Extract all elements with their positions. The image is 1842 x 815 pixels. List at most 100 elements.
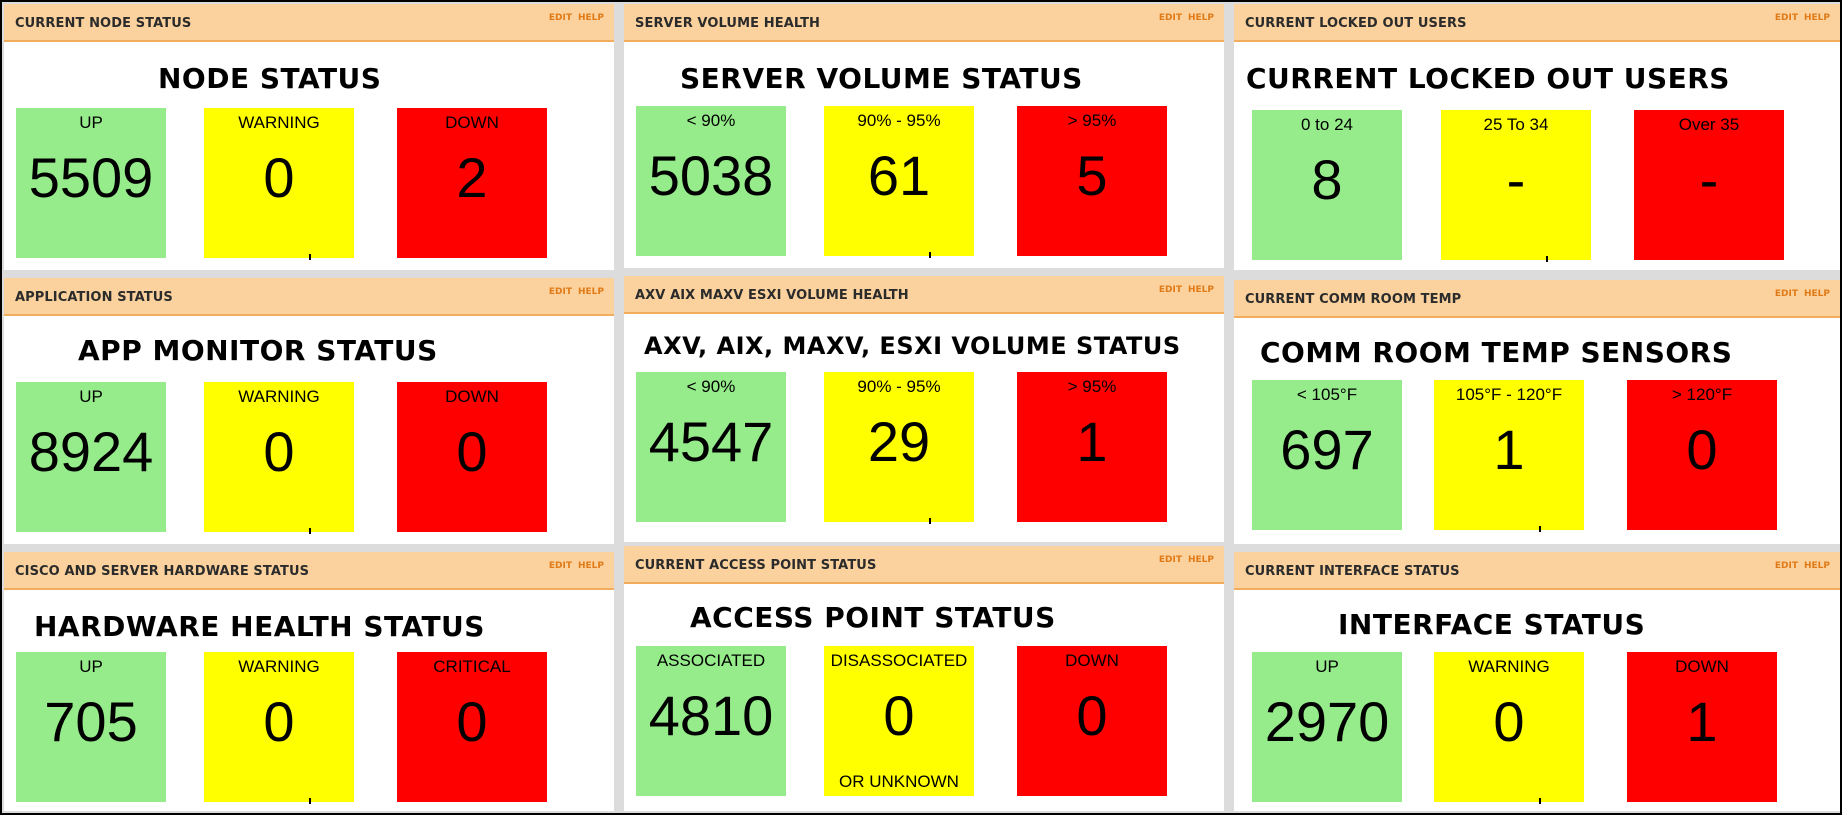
panel-header: CURRENT LOCKED OUT USERS EDIT HELP bbox=[1234, 4, 1840, 42]
status-box-warning[interactable]: WARNING 0 bbox=[204, 108, 354, 260]
edit-link[interactable]: EDIT bbox=[549, 13, 572, 23]
widget-title: CURRENT LOCKED OUT USERS bbox=[1246, 62, 1730, 95]
help-link[interactable]: HELP bbox=[578, 561, 604, 571]
tick-mark bbox=[1539, 526, 1541, 532]
status-box-up[interactable]: UP 8924 bbox=[16, 382, 166, 532]
box-value: 5509 bbox=[28, 146, 154, 209]
box-label: DOWN bbox=[445, 113, 499, 132]
edit-link[interactable]: EDIT bbox=[549, 561, 572, 571]
box-value: - bbox=[1699, 148, 1719, 211]
box-label: DOWN bbox=[445, 387, 499, 406]
panel-interface-status: CURRENT INTERFACE STATUS EDIT HELP INTERF… bbox=[1234, 552, 1840, 811]
help-link[interactable]: HELP bbox=[578, 287, 604, 297]
box-label: WARNING bbox=[238, 657, 320, 676]
box-label: > 95% bbox=[1067, 111, 1117, 130]
box-label: > 120°F bbox=[1671, 385, 1733, 404]
status-box-low[interactable]: 0 to 24 8 bbox=[1252, 110, 1402, 260]
edit-link[interactable]: EDIT bbox=[1775, 289, 1798, 299]
panel-header: CURRENT ACCESS POINT STATUS EDIT HELP bbox=[624, 546, 1224, 584]
help-link[interactable]: HELP bbox=[578, 13, 604, 23]
help-link[interactable]: HELP bbox=[1804, 13, 1830, 23]
help-link[interactable]: HELP bbox=[1804, 561, 1830, 571]
status-box-warning[interactable]: WARNING 0 bbox=[204, 382, 354, 534]
widget-title: APP MONITOR STATUS bbox=[78, 334, 438, 367]
help-link[interactable]: HELP bbox=[1188, 13, 1214, 23]
status-box-down[interactable]: DOWN 2 bbox=[397, 108, 547, 258]
edit-link[interactable]: EDIT bbox=[1159, 13, 1182, 23]
status-box-low[interactable]: < 90% 5038 bbox=[636, 106, 786, 256]
status-box-down[interactable]: DOWN 1 bbox=[1627, 652, 1777, 802]
box-value: 5 bbox=[1076, 144, 1108, 207]
status-box-high[interactable]: > 95% 1 bbox=[1017, 372, 1167, 522]
panel-header-title: CURRENT COMM ROOM TEMP bbox=[1245, 292, 1462, 307]
tick-mark bbox=[1539, 798, 1541, 804]
status-box-up[interactable]: UP 705 bbox=[16, 652, 166, 802]
status-box-critical[interactable]: CRITICAL 0 bbox=[397, 652, 547, 802]
status-box-low[interactable]: < 90% 4547 bbox=[636, 372, 786, 522]
edit-link[interactable]: EDIT bbox=[1775, 13, 1798, 23]
help-link[interactable]: HELP bbox=[1804, 289, 1830, 299]
box-value: 697 bbox=[1280, 418, 1374, 481]
status-box-up[interactable]: UP 5509 bbox=[16, 108, 166, 258]
box-label: UP bbox=[79, 657, 103, 676]
panel-header-title: AXV AIX MAXV ESXI VOLUME HEALTH bbox=[635, 288, 909, 303]
edit-link[interactable]: EDIT bbox=[549, 287, 572, 297]
status-box-low[interactable]: < 105°F 697 bbox=[1252, 380, 1402, 530]
box-label: CRITICAL bbox=[433, 657, 511, 676]
edit-link[interactable]: EDIT bbox=[1159, 555, 1182, 565]
box-value: 0 bbox=[883, 684, 915, 747]
status-box-down[interactable]: DOWN 0 bbox=[397, 382, 547, 532]
panel-header-title: CISCO AND SERVER HARDWARE STATUS bbox=[15, 564, 310, 579]
box-value: 0 bbox=[1493, 690, 1525, 753]
box-label: 90% - 95% bbox=[857, 111, 941, 130]
panel-header-title: CURRENT INTERFACE STATUS bbox=[1245, 564, 1460, 579]
box-value: 4810 bbox=[648, 684, 774, 747]
box-label: < 90% bbox=[686, 111, 736, 130]
panel-node-status: CURRENT NODE STATUS EDIT HELP NODE STATUS… bbox=[4, 4, 614, 270]
status-box-warning[interactable]: WARNING 0 bbox=[1434, 652, 1584, 804]
status-box-high[interactable]: > 95% 5 bbox=[1017, 106, 1167, 256]
status-box-mid[interactable]: 105°F - 120°F 1 bbox=[1434, 380, 1584, 532]
edit-link[interactable]: EDIT bbox=[1159, 285, 1182, 295]
status-box-down[interactable]: DOWN 0 bbox=[1017, 646, 1167, 796]
status-box-disassociated[interactable]: DISASSOCIATED 0 OR UNKNOWN bbox=[824, 646, 974, 796]
box-label: DISASSOCIATED bbox=[830, 651, 968, 670]
panel-application-status: APPLICATION STATUS EDIT HELP APP MONITOR … bbox=[4, 278, 614, 544]
box-value: 0 bbox=[263, 690, 295, 753]
tick-mark bbox=[929, 252, 931, 258]
box-label: UP bbox=[79, 387, 103, 406]
status-box-associated[interactable]: ASSOCIATED 4810 bbox=[636, 646, 786, 796]
widget-title: SERVER VOLUME STATUS bbox=[680, 62, 1083, 95]
panel-header-title: SERVER VOLUME HEALTH bbox=[635, 16, 821, 31]
status-box-mid[interactable]: 90% - 95% 61 bbox=[824, 106, 974, 258]
widget-title: AXV, AIX, MAXV, ESXI VOLUME STATUS bbox=[644, 332, 1181, 360]
box-value: - bbox=[1506, 148, 1526, 211]
box-value: 705 bbox=[44, 690, 138, 753]
panel-header-title: CURRENT LOCKED OUT USERS bbox=[1245, 16, 1467, 31]
box-value: 0 bbox=[263, 420, 295, 483]
status-box-mid[interactable]: 90% - 95% 29 bbox=[824, 372, 974, 524]
panel-header: APPLICATION STATUS EDIT HELP bbox=[4, 278, 614, 316]
panel-comm-room-temp: CURRENT COMM ROOM TEMP EDIT HELP COMM ROO… bbox=[1234, 280, 1840, 544]
panel-header: CURRENT COMM ROOM TEMP EDIT HELP bbox=[1234, 280, 1840, 318]
box-value: 29 bbox=[867, 410, 931, 473]
status-box-high[interactable]: Over 35 - bbox=[1634, 110, 1784, 260]
widget-title: HARDWARE HEALTH STATUS bbox=[34, 610, 485, 643]
box-value: 4547 bbox=[648, 410, 774, 473]
widget-title: NODE STATUS bbox=[158, 62, 382, 95]
help-link[interactable]: HELP bbox=[1188, 555, 1214, 565]
box-value: 0 bbox=[456, 420, 488, 483]
status-box-mid[interactable]: 25 To 34 - bbox=[1441, 110, 1591, 262]
box-label: 25 To 34 bbox=[1483, 115, 1549, 134]
status-box-warning[interactable]: WARNING 0 bbox=[204, 652, 354, 804]
box-label: UP bbox=[1315, 657, 1339, 676]
box-label: 90% - 95% bbox=[857, 377, 941, 396]
box-value: 2 bbox=[456, 146, 488, 209]
box-label: DOWN bbox=[1675, 657, 1729, 676]
box-value: 2970 bbox=[1264, 690, 1390, 753]
edit-link[interactable]: EDIT bbox=[1775, 561, 1798, 571]
status-box-up[interactable]: UP 2970 bbox=[1252, 652, 1402, 802]
help-link[interactable]: HELP bbox=[1188, 285, 1214, 295]
box-value: 1 bbox=[1686, 690, 1718, 753]
status-box-high[interactable]: > 120°F 0 bbox=[1627, 380, 1777, 530]
